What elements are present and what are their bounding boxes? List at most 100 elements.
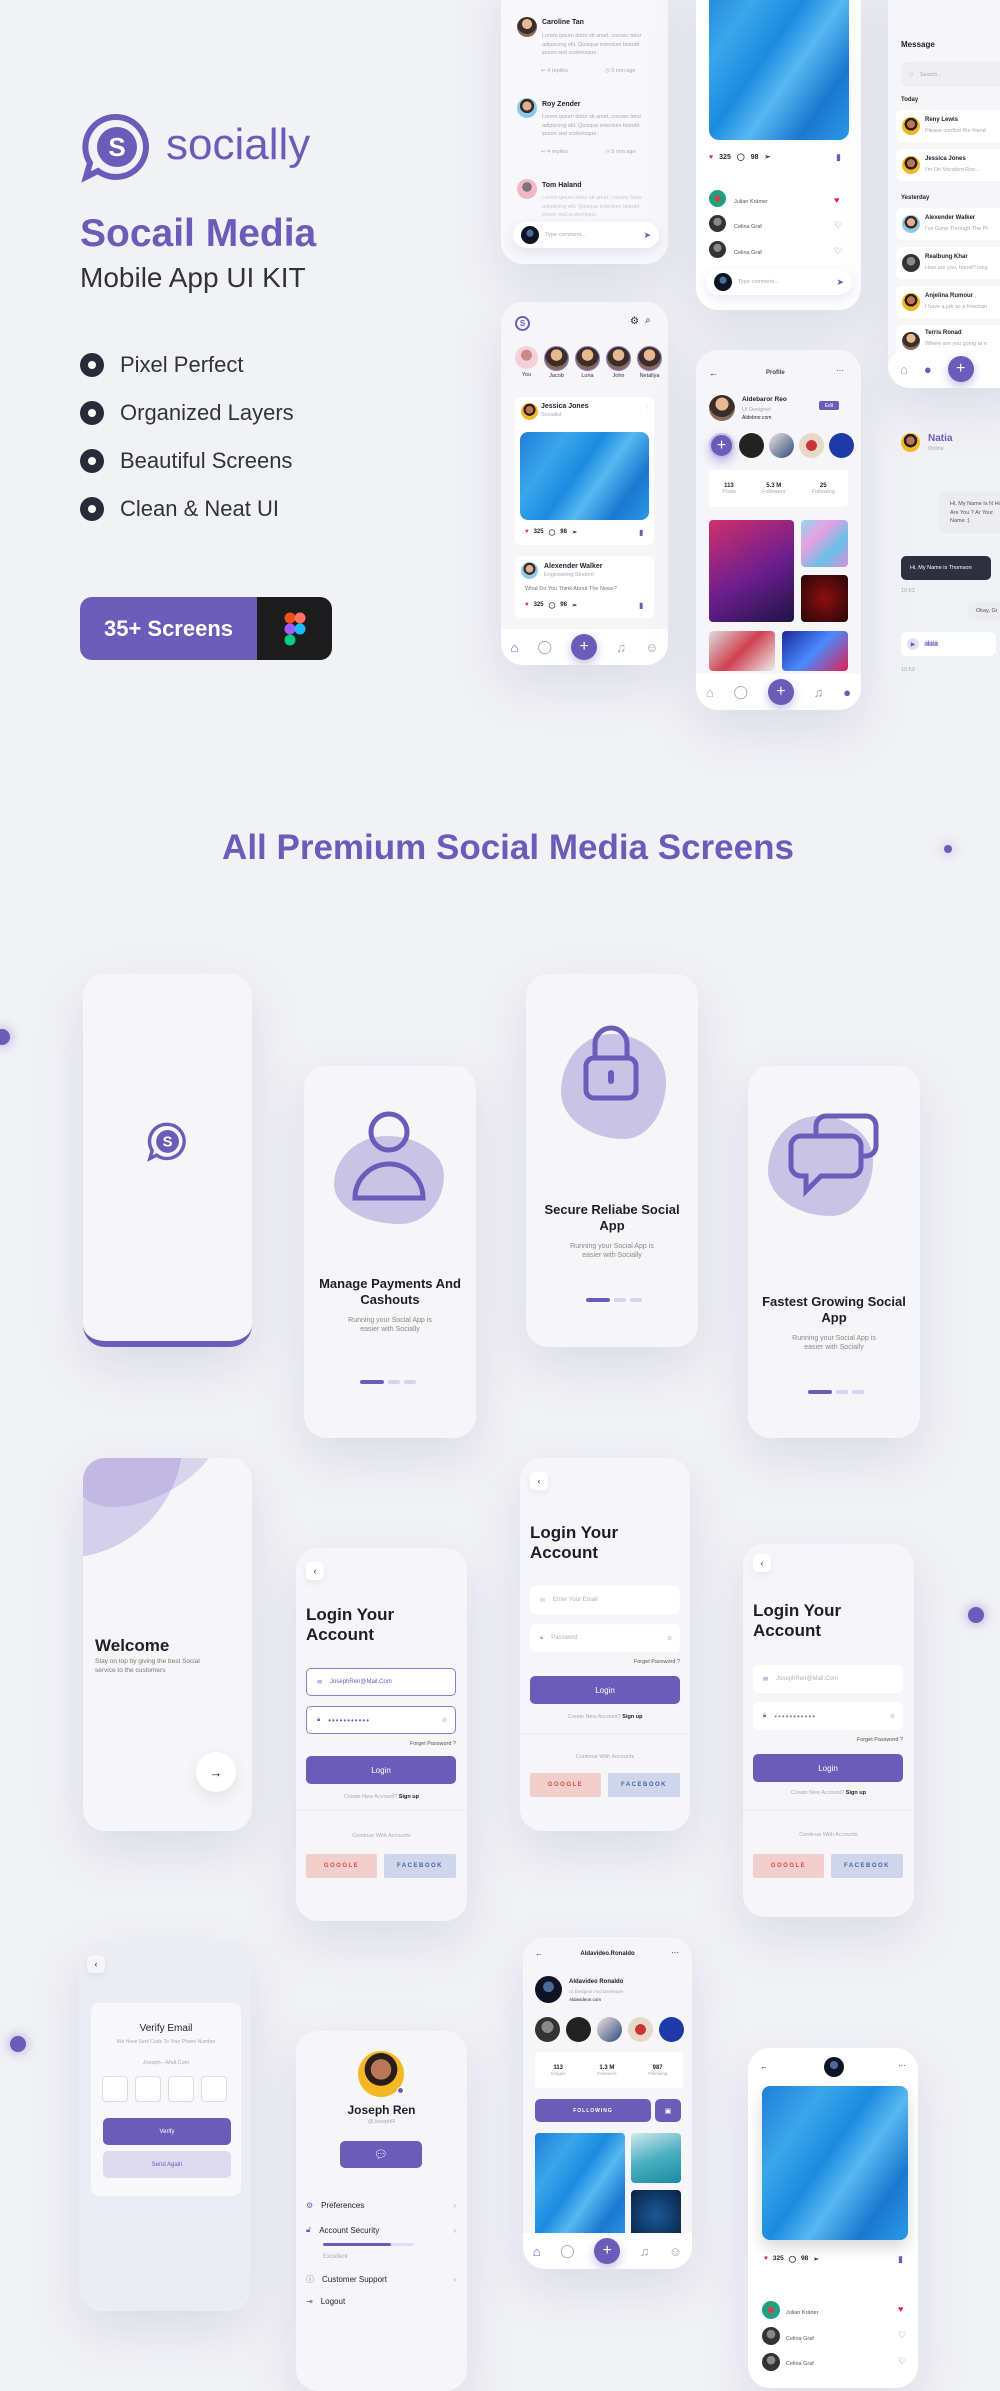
comment-icon[interactable]: ◯ [789, 2255, 796, 2263]
forget-password-link[interactable]: Forget Password ? [634, 1659, 680, 1665]
code-digit-input[interactable] [168, 2076, 194, 2102]
heart-icon[interactable]: ♥ [764, 2255, 768, 2263]
login-button[interactable]: Login [753, 1754, 903, 1782]
back-button[interactable]: ‹ [530, 1472, 548, 1490]
story[interactable]: John [606, 346, 631, 379]
chat-icon[interactable]: ◯ [560, 2243, 575, 2259]
comment-icon[interactable]: ◯ [549, 529, 556, 536]
back-button[interactable]: ‹ [87, 1955, 105, 1973]
search-input[interactable]: ○ Search... [901, 62, 1000, 87]
google-button[interactable]: GOOGLE [530, 1773, 601, 1797]
eye-off-icon[interactable]: ⊘ [890, 1713, 895, 1720]
gallery-image[interactable] [801, 520, 848, 567]
message-button[interactable]: ▣ [655, 2099, 681, 2122]
login-button[interactable]: Login [306, 1756, 456, 1784]
heart-outline-icon[interactable]: ♡ [834, 220, 842, 231]
more-icon[interactable]: ··· [898, 2061, 906, 2070]
share-icon[interactable]: ➢ [764, 153, 770, 161]
heart-icon[interactable]: ♥ [525, 602, 529, 609]
google-button[interactable]: GOOGLE [753, 1854, 824, 1878]
add-button[interactable]: + [947, 356, 974, 382]
bell-icon[interactable]: ♫ [814, 685, 824, 700]
message-item[interactable]: Anjelina Rumour I have a job as a foreman [896, 286, 1000, 318]
gallery-image[interactable] [709, 631, 775, 671]
chat-icon[interactable]: ◯ [734, 684, 749, 700]
back-button[interactable]: ‹ [306, 1562, 324, 1580]
heart-outline-icon[interactable]: ♡ [898, 2356, 906, 2367]
bell-icon[interactable]: ♫ [616, 640, 626, 655]
play-icon[interactable]: ▶ [907, 638, 919, 650]
back-button[interactable]: ‹ [753, 1554, 771, 1572]
replies-link[interactable]: ↩ 4 replies [541, 149, 568, 155]
email-field[interactable]: ✉ JosephRen@Mail.Com [753, 1665, 903, 1693]
comment-icon[interactable]: ◯ [737, 153, 745, 161]
chat-icon[interactable]: ● [924, 362, 932, 377]
gallery-image[interactable] [631, 2133, 681, 2183]
heart-icon[interactable]: ♥ [834, 195, 839, 205]
password-field[interactable]: 🔒︎ Password ⊘ [530, 1624, 680, 1652]
sign-up-link[interactable]: Sign up [846, 1790, 866, 1796]
send-again-button[interactable]: Send Again [103, 2151, 231, 2178]
heart-outline-icon[interactable]: ♡ [834, 246, 842, 257]
facebook-button[interactable]: FACEBOOK [384, 1854, 456, 1878]
menu-item-preferences[interactable]: ⚙ Preferences › [306, 2201, 456, 2210]
user-icon[interactable]: ● [843, 685, 851, 700]
message-item[interactable]: Alexender Walker I've Gone Through The Pr [896, 208, 1000, 240]
heart-icon[interactable]: ♥ [525, 529, 529, 536]
bookmark-icon[interactable]: ▮ [639, 601, 643, 610]
password-field[interactable]: 🔒︎ ••••••••••• ⊘ [306, 1706, 456, 1734]
sign-up-link[interactable]: Sign up [622, 1714, 642, 1720]
bookmark-icon[interactable]: ▮ [898, 2254, 903, 2265]
more-icon[interactable]: ··· [671, 1948, 679, 1957]
bookmark-icon[interactable]: ▮ [836, 152, 841, 163]
message-item[interactable]: Jessica Jones I'm On Vocation Ron... [896, 149, 1000, 181]
facebook-button[interactable]: FACEBOOK [608, 1773, 680, 1797]
heart-icon[interactable]: ♥ [709, 154, 713, 161]
user-icon[interactable]: ☺ [645, 640, 658, 655]
add-button[interactable]: + [571, 634, 598, 660]
google-button[interactable]: GOOGLE [306, 1854, 377, 1878]
home-icon[interactable]: ⌂ [533, 2244, 541, 2259]
forget-password-link[interactable]: Forget Password ? [410, 1741, 456, 1747]
gallery-image[interactable] [709, 520, 794, 622]
story[interactable]: Jacob [544, 346, 569, 379]
send-icon[interactable]: ➤ [836, 277, 844, 288]
add-button[interactable]: + [767, 679, 794, 705]
forget-password-link[interactable]: Forget Password ? [857, 1737, 903, 1743]
comment-icon[interactable]: ◯ [549, 602, 556, 609]
menu-item-customer-support[interactable]: ⓘ Customer Support › [306, 2274, 456, 2285]
bell-icon[interactable]: ♫ [640, 2244, 650, 2259]
story[interactable]: Netallya [637, 346, 662, 379]
comment-input[interactable]: Type comment... ➤ [513, 222, 659, 248]
next-button[interactable]: → [196, 1752, 236, 1792]
eye-off-icon[interactable]: ⊘ [667, 1635, 672, 1642]
share-icon[interactable]: ➢ [572, 529, 577, 536]
facebook-button[interactable]: FACEBOOK [831, 1854, 903, 1878]
heart-icon[interactable]: ♥ [898, 2304, 903, 2314]
more-icon[interactable]: ⋮ [645, 405, 651, 411]
code-digit-input[interactable] [135, 2076, 161, 2102]
code-digit-input[interactable] [201, 2076, 227, 2102]
login-button[interactable]: Login [530, 1676, 680, 1704]
eye-off-icon[interactable]: ⊘ [442, 1717, 447, 1724]
message-item[interactable]: Realbung Khar How are you, friend? long [896, 247, 1000, 279]
story[interactable]: You [515, 346, 538, 379]
add-button[interactable]: + [594, 2238, 621, 2264]
email-field[interactable]: ✉ JosephRen@Mail.Com [306, 1668, 456, 1696]
verify-button[interactable]: Verify [103, 2118, 231, 2145]
menu-item-logout[interactable]: ⇥ Logout [306, 2297, 456, 2306]
more-icon[interactable]: ··· [836, 366, 844, 375]
share-icon[interactable]: ➢ [572, 602, 577, 609]
home-icon[interactable]: ⌂ [511, 640, 519, 655]
password-field[interactable]: 🔒︎ ••••••••••• ⊘ [753, 1702, 903, 1730]
chat-icon[interactable]: ◯ [538, 639, 553, 655]
back-icon[interactable]: ← [709, 368, 718, 378]
home-icon[interactable]: ⌂ [900, 362, 908, 377]
user-icon[interactable]: ☺ [669, 2244, 682, 2259]
comment-input[interactable]: Type comment... ➤ [706, 269, 852, 295]
send-icon[interactable]: ➤ [643, 230, 651, 241]
code-digit-input[interactable] [102, 2076, 128, 2102]
following-button[interactable]: FOLLOWING [535, 2099, 651, 2122]
story[interactable]: Luna [575, 346, 600, 379]
gallery-image[interactable] [535, 2133, 625, 2241]
